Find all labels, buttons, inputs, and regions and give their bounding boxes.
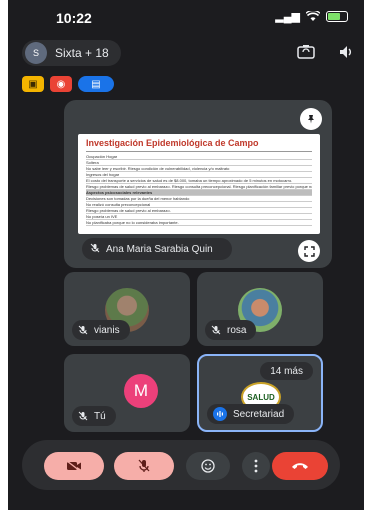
participant-name-chip: vianis	[72, 320, 130, 340]
mic-off-icon	[78, 325, 88, 335]
status-bar: 10:22 ▂▄▆	[8, 0, 364, 34]
fullscreen-icon[interactable]	[298, 240, 320, 262]
reactions-button[interactable]	[186, 452, 230, 480]
clock: 10:22	[56, 10, 92, 26]
document-divider	[86, 151, 312, 152]
call-info-button[interactable]: S Sixta + 18	[22, 40, 121, 66]
wifi-icon	[306, 11, 320, 21]
call-title: Sixta + 18	[55, 46, 109, 60]
group-avatar: S	[25, 42, 47, 64]
mic-off-icon	[90, 243, 100, 256]
call-controls	[22, 440, 340, 490]
camera-off-badge-icon[interactable]: ▣	[22, 76, 44, 92]
presenting-badge-icon[interactable]: ▤	[78, 76, 114, 92]
recording-badge-icon[interactable]: ◉	[50, 76, 72, 92]
participant-tile-more[interactable]: 14 más SALUD Secretariad	[197, 354, 323, 432]
mic-off-icon	[211, 325, 221, 335]
participant-tile-self[interactable]: M Tú	[64, 354, 190, 432]
camera-toggle-button[interactable]	[44, 452, 104, 480]
signal-icon: ▂▄▆	[275, 11, 300, 23]
more-options-button[interactable]	[242, 452, 270, 480]
participant-name: Tú	[94, 410, 106, 422]
participant-name: Secretariad	[233, 408, 285, 420]
speaker-icon[interactable]	[338, 44, 354, 60]
leave-call-button[interactable]	[272, 452, 328, 480]
camera-off-icon	[66, 460, 81, 472]
self-avatar: M	[124, 374, 158, 408]
presenter-name-chip: Ana Maria Sarabia Quin	[82, 238, 232, 260]
meeting-badges: ▣ ◉ ▤	[22, 76, 114, 92]
shared-document: Investigación Epidemiológica de Campo Oc…	[78, 134, 320, 234]
participant-name: rosa	[227, 324, 247, 336]
more-vert-icon	[254, 459, 258, 473]
switch-camera-icon[interactable]	[296, 44, 316, 60]
participant-name: vianis	[94, 324, 120, 336]
presenter-name: Ana Maria Sarabia Quin	[106, 243, 213, 255]
participant-tile-vianis[interactable]: vianis	[64, 272, 190, 346]
document-body: Ocupación Hogar Soltera No sabe leer y esc…	[86, 154, 312, 226]
hang-up-icon	[292, 463, 308, 469]
document-line: No planificaba porque no lo consideraba …	[86, 220, 312, 226]
speaking-indicator-icon	[213, 407, 227, 421]
participant-name-chip: Tú	[72, 406, 116, 426]
status-icons: ▂▄▆	[275, 10, 348, 23]
participant-tile-rosa[interactable]: rosa	[197, 272, 323, 346]
more-participants-chip[interactable]: 14 más	[260, 362, 313, 380]
document-title: Investigación Epidemiológica de Campo	[86, 138, 259, 148]
mic-off-icon	[138, 459, 150, 472]
mic-toggle-button[interactable]	[114, 452, 174, 480]
battery-icon	[326, 11, 348, 22]
battery-fill	[328, 13, 340, 20]
participant-name-chip: rosa	[205, 320, 257, 340]
participant-name-chip: Secretariad	[207, 404, 295, 424]
emoji-icon	[201, 459, 215, 473]
meet-screen: 10:22 ▂▄▆ S Sixta + 18 ▣ ◉ ▤ Investigaci…	[8, 0, 364, 510]
mic-off-icon	[78, 411, 88, 421]
pin-icon[interactable]	[300, 108, 322, 130]
